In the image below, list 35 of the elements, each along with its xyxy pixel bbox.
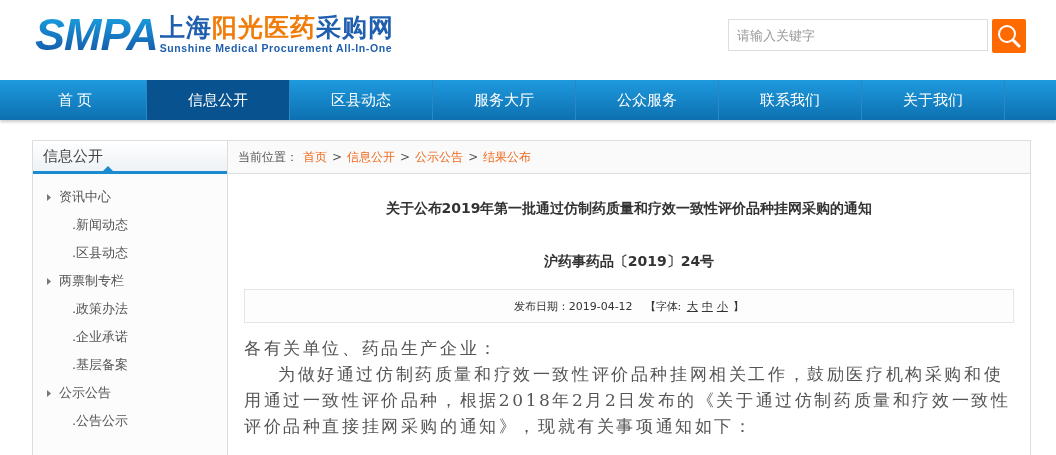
nav-tab[interactable]: 公众服务 <box>576 80 719 120</box>
sidebar-subitem[interactable]: .区县动态 <box>72 244 129 262</box>
nav-tab[interactable]: 联系我们 <box>719 80 862 120</box>
triangle-icon <box>47 277 51 285</box>
sidebar-subitem[interactable]: .公告公示 <box>72 412 129 430</box>
breadcrumb-separator: > <box>332 150 343 164</box>
font-size-label: 【字体: <box>644 299 682 313</box>
font-size-link[interactable]: 小 <box>716 299 728 313</box>
sidebar-subitem[interactable]: .基层备案 <box>72 356 129 374</box>
breadcrumb-separator: > <box>400 150 411 164</box>
publish-date: 发布日期：2019-04-12 <box>513 298 633 314</box>
search-field[interactable]: 请输入关键字 <box>728 19 988 51</box>
article-paragraph: 为做好通过仿制药质量和疗效一致性评价品种挂网相关工作，鼓励医疗机构采购和使用通过一致性评价品种，根据2018年2月2日发布的《关于通过仿制药质量和疗效一致性评价品种直接挂网采购的通知》，现就有关事项通知如下： <box>244 363 1012 438</box>
triangle-icon <box>47 389 51 397</box>
nav-tab[interactable]: 信息公开 <box>147 80 290 120</box>
sidebar-item[interactable]: 资讯中心 <box>59 188 111 206</box>
article-paragraph: 各有关单位、药品生产企业： <box>244 337 500 360</box>
search-button[interactable] <box>992 19 1026 53</box>
breadcrumb-separator: > <box>468 150 479 164</box>
search-icon <box>996 23 1022 49</box>
breadcrumb-label: 当前位置： <box>238 148 298 166</box>
font-size-link[interactable]: 大 <box>686 299 698 313</box>
nav-tab[interactable]: 区县动态 <box>290 80 433 120</box>
font-size-bracket: 】 <box>733 299 745 313</box>
font-size-link[interactable]: 中 <box>701 299 713 313</box>
document-number: 沪药事药品〔2019〕24号 <box>542 252 716 271</box>
sidebar-subitem[interactable]: .企业承诺 <box>72 328 129 346</box>
sidebar-item[interactable]: 两票制专栏 <box>59 272 124 290</box>
sidebar-subitem[interactable]: .政策办法 <box>72 300 129 318</box>
nav-tab[interactable]: 关于我们 <box>862 80 1005 120</box>
sidebar-subitem[interactable]: .新闻动态 <box>72 216 129 234</box>
triangle-icon <box>47 193 51 201</box>
article-title: 关于公布2019年第一批通过仿制药质量和疗效一致性评价品种挂网采购的通知 <box>384 199 874 218</box>
nav-tab[interactable]: 服务大厅 <box>433 80 576 120</box>
sidebar-item[interactable]: 公示公告 <box>59 384 111 402</box>
